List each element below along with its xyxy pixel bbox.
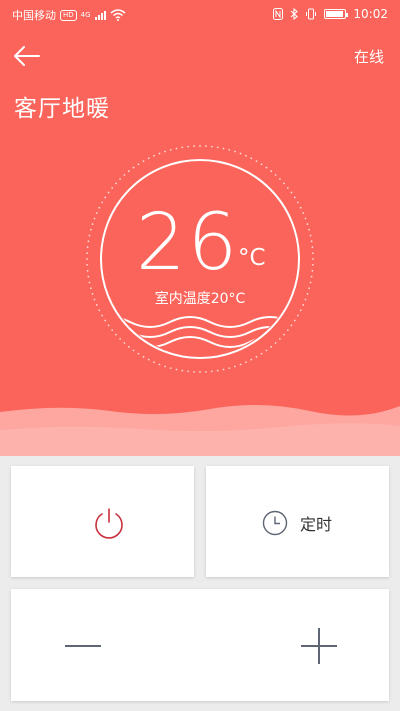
decrease-temperature-button[interactable] — [61, 625, 105, 669]
header-panel: 中国移动 HD 4G 10:02 在线 客厅地暖 26 °C 室内温度20°C — [0, 0, 400, 456]
thermostat-screen: 中国移动 HD 4G 10:02 在线 客厅地暖 26 °C 室内温度20°C … — [0, 0, 400, 711]
timer-label: 定时 — [300, 515, 333, 534]
indoor-temperature: 室内温度20°C — [154, 291, 246, 307]
timer-button[interactable]: 定时 — [206, 466, 389, 577]
clock-icon — [262, 510, 288, 536]
set-temperature: 26 — [136, 198, 240, 288]
temperature-adjust-panel — [11, 589, 389, 701]
temperature-unit: °C — [238, 245, 266, 271]
power-button[interactable] — [11, 466, 194, 577]
dial-waves — [103, 316, 297, 348]
bottom-wave — [0, 404, 400, 456]
power-icon — [95, 508, 123, 539]
increase-temperature-button[interactable] — [297, 625, 341, 669]
